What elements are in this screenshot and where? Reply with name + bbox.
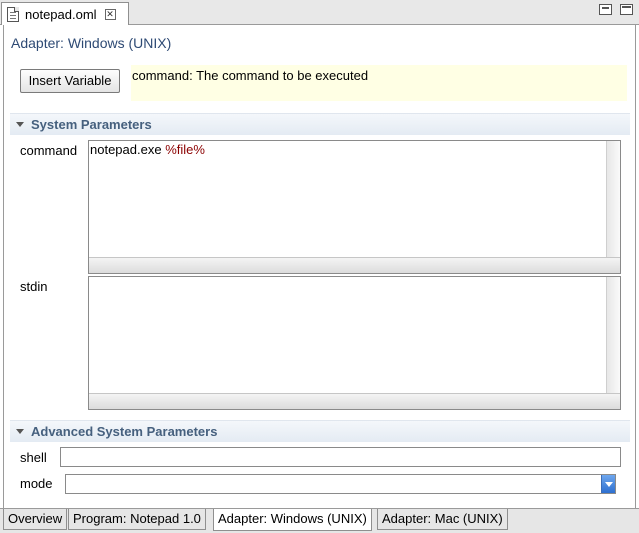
section-header-advanced-system-parameters[interactable]: Advanced System Parameters [10,420,630,442]
tab-overview[interactable]: Overview [3,509,68,530]
window-controls [599,4,633,15]
shell-label: shell [20,450,47,465]
minimize-icon[interactable] [599,4,612,15]
stdin-textarea[interactable] [88,276,621,410]
close-icon[interactable]: ✕ [104,8,116,20]
shell-input[interactable] [60,447,621,467]
stdin-label: stdin [20,279,48,294]
section-title: Advanced System Parameters [31,424,218,439]
mode-select[interactable] [65,474,616,494]
stdin-text[interactable] [89,277,606,393]
editor-tab-notepad[interactable]: notepad.oml ✕ [1,2,129,25]
command-variable: %file% [165,142,205,157]
field-hint: command: The command to be executed [131,65,627,101]
command-textarea[interactable]: notepad.exe %file% [88,140,621,274]
file-icon [7,6,19,22]
collapse-triangle-icon[interactable] [16,122,24,127]
adapter-form: Adapter: Windows (UNIX) Insert Variable … [3,25,636,508]
dropdown-arrow-icon[interactable] [601,475,615,493]
editor-tab-label: notepad.oml [25,6,97,22]
tab-program-notepad[interactable]: Program: Notepad 1.0 [68,509,206,530]
section-title: System Parameters [31,117,152,132]
mode-label: mode [20,476,53,491]
stdin-vertical-scrollbar[interactable] [606,277,620,393]
command-label: command [20,143,78,158]
tab-adapter-mac[interactable]: Adapter: Mac (UNIX) [377,509,508,530]
maximize-icon[interactable] [620,4,633,15]
editor-tab-bar: notepad.oml ✕ [0,0,639,25]
command-horizontal-scrollbar[interactable] [89,257,620,273]
command-text[interactable]: notepad.exe %file% [89,141,606,257]
section-header-system-parameters[interactable]: System Parameters [10,113,630,135]
stdin-horizontal-scrollbar[interactable] [89,393,620,409]
command-vertical-scrollbar[interactable] [606,141,620,257]
insert-variable-button[interactable]: Insert Variable [20,69,120,93]
page-tab-bar: Overview Program: Notepad 1.0 Adapter: W… [0,508,639,533]
command-program: notepad.exe [90,142,162,157]
tab-adapter-windows[interactable]: Adapter: Windows (UNIX) [213,509,372,531]
collapse-triangle-icon[interactable] [16,429,24,434]
page-title: Adapter: Windows (UNIX) [11,35,172,51]
